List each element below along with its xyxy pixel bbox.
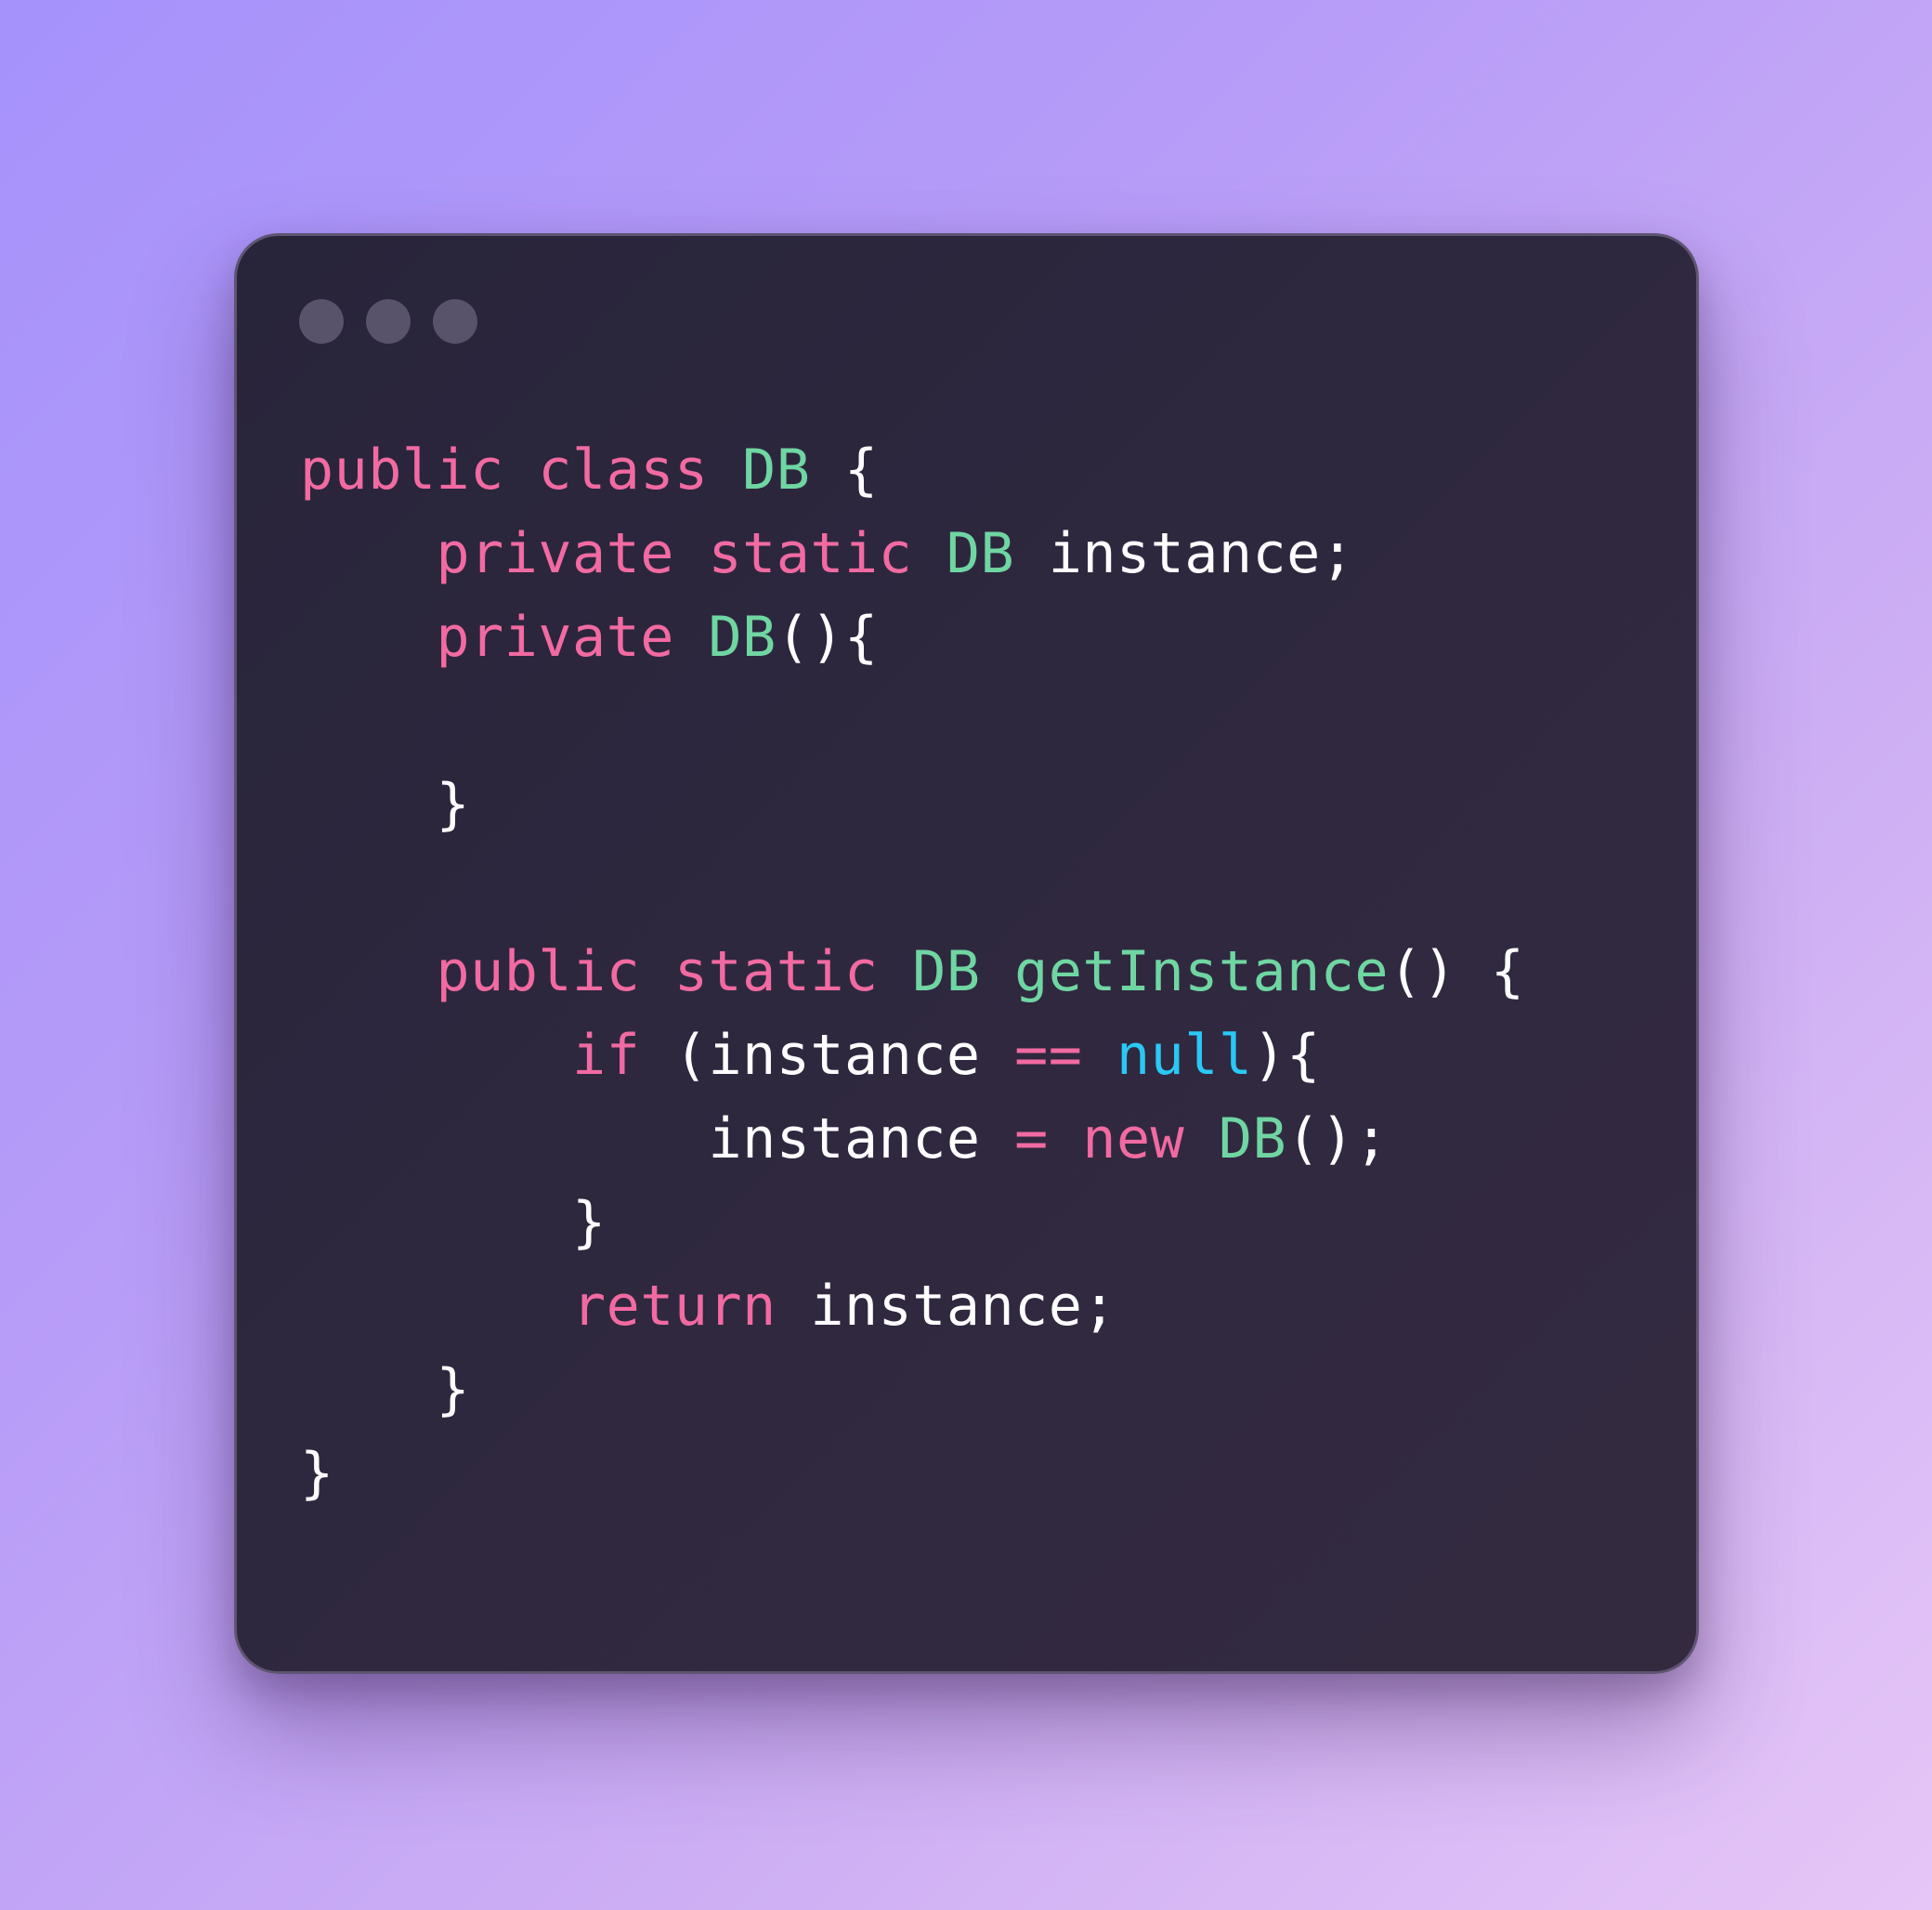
code-token: instance <box>708 1023 981 1088</box>
code-line: if (instance == null){ <box>300 1014 1524 1097</box>
code-token: private <box>436 521 674 586</box>
code-token: (){ <box>776 605 879 670</box>
window-control-dot-icon <box>366 299 411 344</box>
code-token: return <box>571 1274 777 1339</box>
code-token: ( <box>640 1023 709 1088</box>
code-token: new <box>1082 1106 1185 1171</box>
code-window: public class DB { private static DB inst… <box>234 233 1699 1674</box>
code-token: (); <box>1286 1106 1389 1171</box>
code-token: ; <box>1320 521 1355 586</box>
code-token: static <box>673 939 879 1004</box>
code-token: DB <box>912 939 981 1004</box>
window-controls <box>299 299 477 344</box>
window-control-dot-icon <box>299 299 344 344</box>
code-line: instance = new DB(); <box>300 1097 1524 1181</box>
window-control-dot-icon <box>433 299 477 344</box>
code-token: static <box>708 521 913 586</box>
code-token: { <box>810 438 879 503</box>
code-token: } <box>300 1357 471 1422</box>
code-line: } <box>300 763 1524 846</box>
code-line: public static DB getInstance() { <box>300 930 1524 1014</box>
code-token: public <box>300 438 504 503</box>
code-token: if <box>571 1023 641 1088</box>
code-token: DB <box>742 438 811 503</box>
code-token: private <box>436 605 674 670</box>
code-token: public <box>436 939 641 1004</box>
code-token: ){ <box>1252 1023 1321 1088</box>
code-line: ​ <box>300 679 1524 763</box>
code-token: DB <box>946 521 1015 586</box>
code-token: DB <box>1218 1106 1287 1171</box>
code-line: private static DB instance; <box>300 512 1524 595</box>
code-token: instance <box>810 1274 1083 1339</box>
code-line: private DB(){ <box>300 595 1524 679</box>
code-token: } <box>300 1441 334 1506</box>
code-block: public class DB { private static DB inst… <box>300 428 1524 1515</box>
code-token: class <box>538 438 709 503</box>
code-line: } <box>300 1181 1524 1264</box>
code-token: } <box>300 1190 607 1255</box>
code-line: public class DB { <box>300 428 1524 512</box>
code-token: = <box>1014 1106 1049 1171</box>
code-line: return instance; <box>300 1264 1524 1348</box>
code-token: instance <box>708 1106 981 1171</box>
code-token: DB <box>708 605 777 670</box>
code-token: ; <box>1082 1274 1116 1339</box>
code-token: () { <box>1388 939 1525 1004</box>
code-token: } <box>300 772 471 837</box>
code-line: ​ <box>300 846 1524 930</box>
code-line: } <box>300 1432 1524 1515</box>
code-token: == <box>1014 1023 1083 1088</box>
code-token: null <box>1116 1023 1253 1088</box>
code-line: } <box>300 1348 1524 1432</box>
code-token: instance <box>1048 521 1321 586</box>
code-token: getInstance <box>1014 939 1389 1004</box>
